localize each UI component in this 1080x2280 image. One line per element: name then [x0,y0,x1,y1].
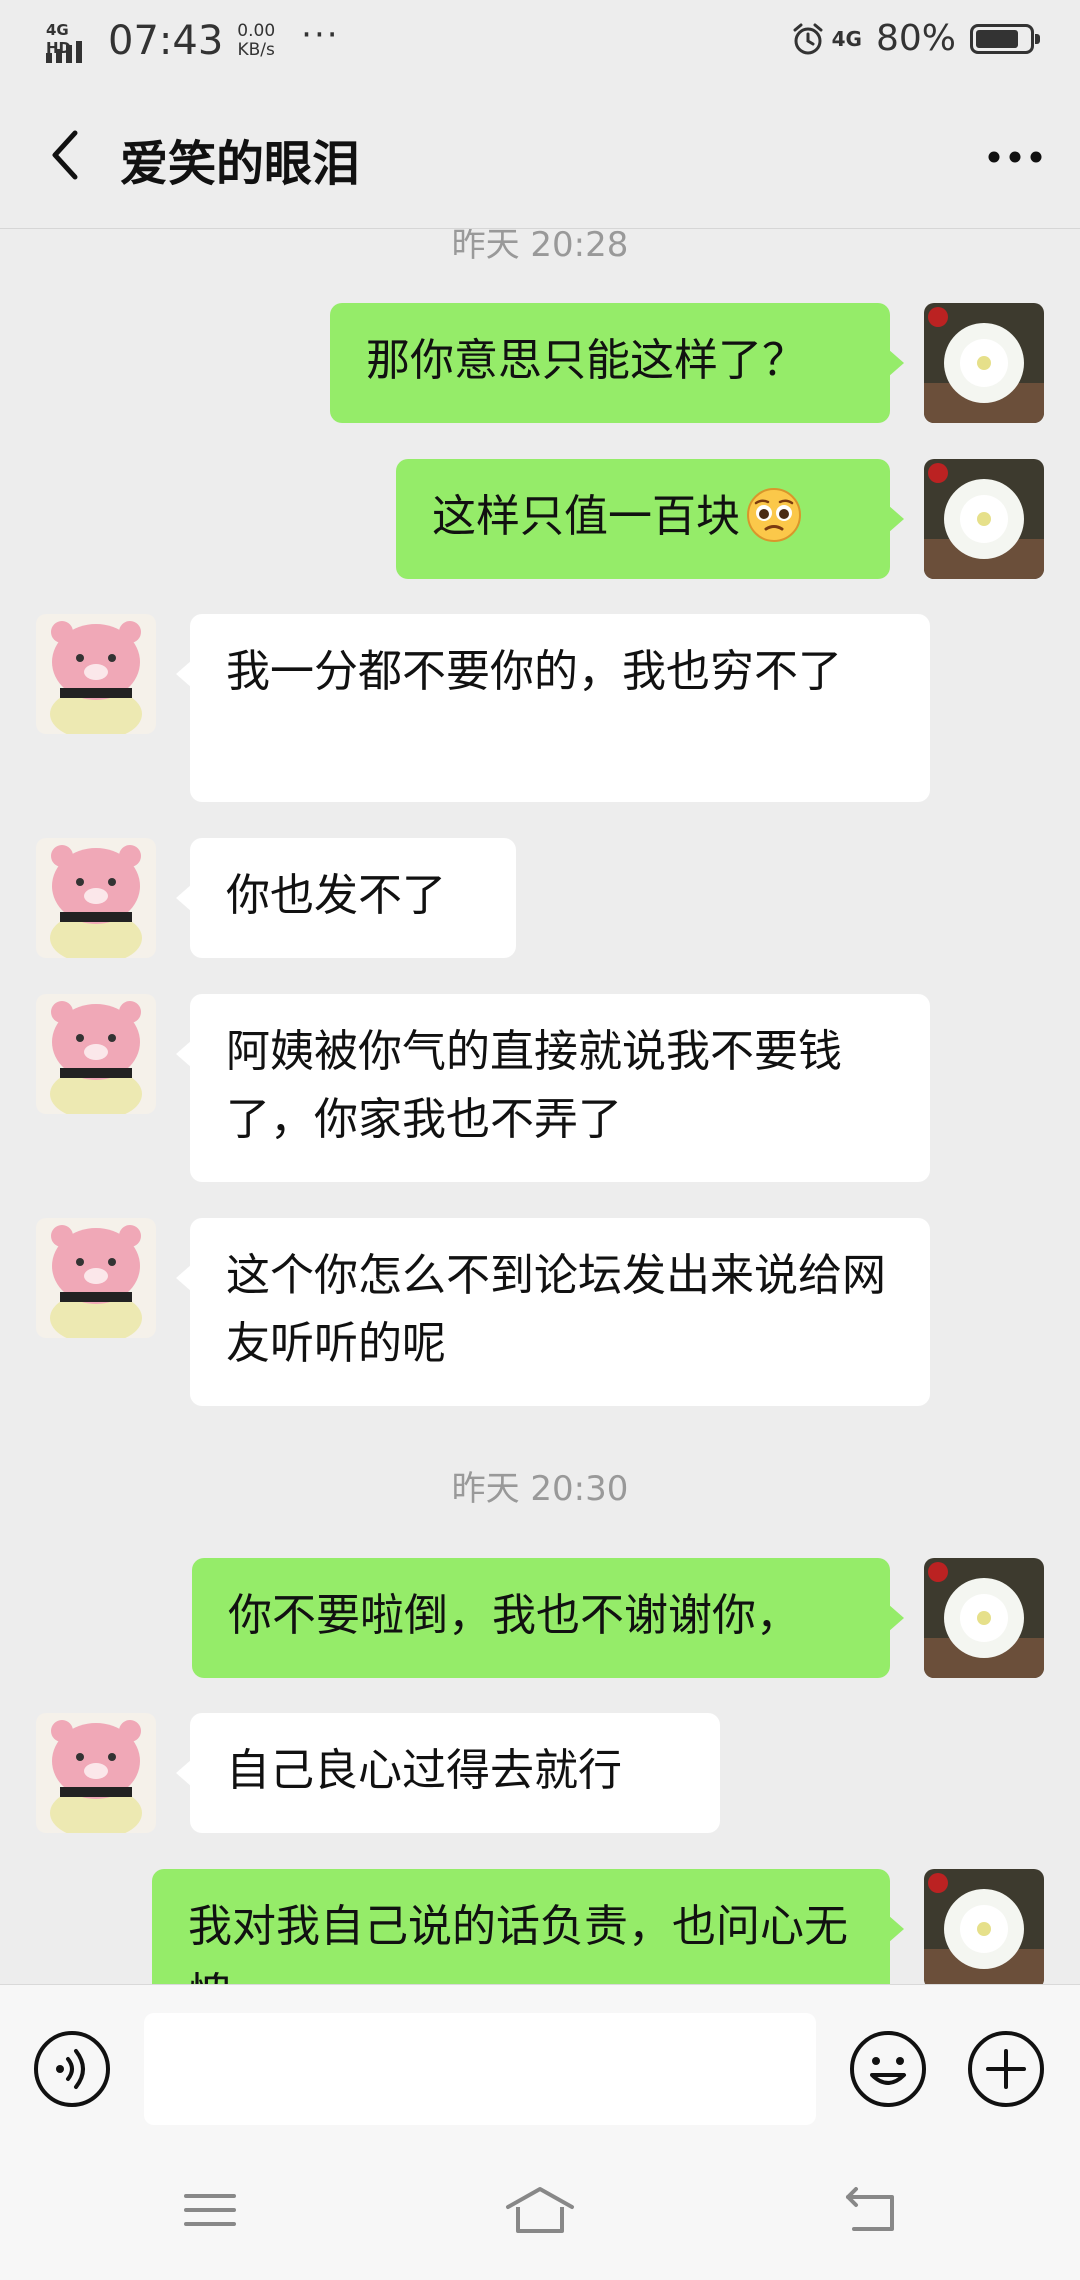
battery-icon [970,23,1040,54]
my-message-bubble[interactable]: 那你意思只能这样了？ [330,303,904,423]
contact-message-bubble[interactable]: 这个你怎么不到论坛发出来说给网友听听的呢 [176,1218,930,1406]
chat-header: 爱笑的眼泪 [0,82,1080,229]
system-back-button[interactable] [830,2180,910,2240]
message-input[interactable] [144,2013,816,2125]
plus-icon [968,2031,1044,2107]
menu-icon [184,2194,236,2226]
speed-value: 0.00 [237,21,276,41]
message-list[interactable]: 昨天 20:28 那你意思只能这样了？ 这样只值一百块 我一分都不要你的，我也穷… [0,229,1080,1984]
status-right: 4G 80% [790,18,1040,59]
pink-bear-avatar-icon [36,994,156,1114]
voice-button[interactable] [32,2029,112,2109]
network-type: 4G [831,26,862,51]
status-bar: 4G HD 07:43 0.00 KB/s ··· 4G 80% [0,0,1080,82]
contact-message-bubble[interactable]: 我一分都不要你的，我也穷不了 [176,614,930,802]
message-text: 自己良心过得去就行 [226,1745,622,1796]
contact-message-bubble[interactable]: 阿姨被你气的直接就说我不要钱了，你家我也不弄了 [176,994,930,1182]
more-options-button[interactable] [980,122,1050,192]
contact-avatar[interactable] [36,614,156,734]
status-left: 4G HD 07:43 0.00 KB/s ··· [46,15,340,64]
message-text: 这个你怎么不到论坛发出来说给网友听听的呢 [226,1250,886,1369]
battery-percent: 80% [875,18,956,59]
page-title: 爱笑的眼泪 [120,136,361,192]
message-text: 我对我自己说的话负责，也问心无愧。 [188,1901,848,1984]
my-avatar[interactable] [924,1558,1044,1678]
flower-avatar-icon [924,459,1044,579]
speed-unit: KB/s [237,40,275,60]
emoji-button[interactable] [848,2029,928,2109]
back-button[interactable] [30,120,100,190]
network-speed: 0.00 KB/s [237,22,275,60]
message-text: 你也发不了 [226,870,446,921]
recent-apps-button[interactable] [170,2180,250,2240]
contact-avatar[interactable] [36,1713,156,1833]
pink-bear-avatar-icon [36,838,156,958]
signal-icon: 4G HD [46,19,94,63]
contact-avatar[interactable] [36,838,156,958]
my-message-bubble[interactable]: 你不要啦倒，我也不谢谢你， [192,1558,904,1678]
status-time: 07:43 [108,18,224,64]
contact-avatar[interactable] [36,1218,156,1338]
system-navigation-bar [0,2144,1080,2280]
my-avatar[interactable] [924,1869,1044,1984]
timestamp: 昨天 20:30 [451,1469,629,1509]
message-text: 你不要啦倒，我也不谢谢你， [228,1590,800,1641]
back-icon [846,2187,894,2231]
flower-avatar-icon [924,303,1044,423]
emoji-icon [850,2031,926,2107]
more-functions-button[interactable] [966,2029,1046,2109]
contact-message-bubble[interactable]: 自己良心过得去就行 [176,1713,720,1833]
message-text: 我一分都不要你的，我也穷不了 [226,646,842,697]
input-bar [0,1984,1080,2145]
notification-dots: ··· [301,15,340,55]
message-text: 那你意思只能这样了？ [366,335,806,386]
home-icon [506,2187,574,2233]
my-message-bubble[interactable]: 我对我自己说的话负责，也问心无愧。 [152,1869,904,1984]
pink-bear-avatar-icon [36,1713,156,1833]
home-button[interactable] [500,2180,580,2240]
battery-level [976,29,1018,48]
timestamp-partial: 昨天 20:28 [451,229,629,265]
message-text: 阿姨被你气的直接就说我不要钱了，你家我也不弄了 [226,1026,842,1145]
message-text: 这样只值一百块 [432,491,740,542]
contact-avatar[interactable] [36,994,156,1114]
alarm-icon [793,23,823,54]
my-message-bubble[interactable]: 这样只值一百块 [396,459,904,579]
more-dots-icon [988,151,1042,163]
contact-message-bubble[interactable]: 你也发不了 [176,838,516,958]
chevron-left-icon [52,130,78,180]
flower-avatar-icon [924,1558,1044,1678]
pink-bear-avatar-icon [36,614,156,734]
pleading-face-emoji [747,488,801,542]
my-avatar[interactable] [924,303,1044,423]
flower-avatar-icon [924,1869,1044,1984]
voice-icon [34,2031,110,2107]
my-avatar[interactable] [924,459,1044,579]
pink-bear-avatar-icon [36,1218,156,1338]
